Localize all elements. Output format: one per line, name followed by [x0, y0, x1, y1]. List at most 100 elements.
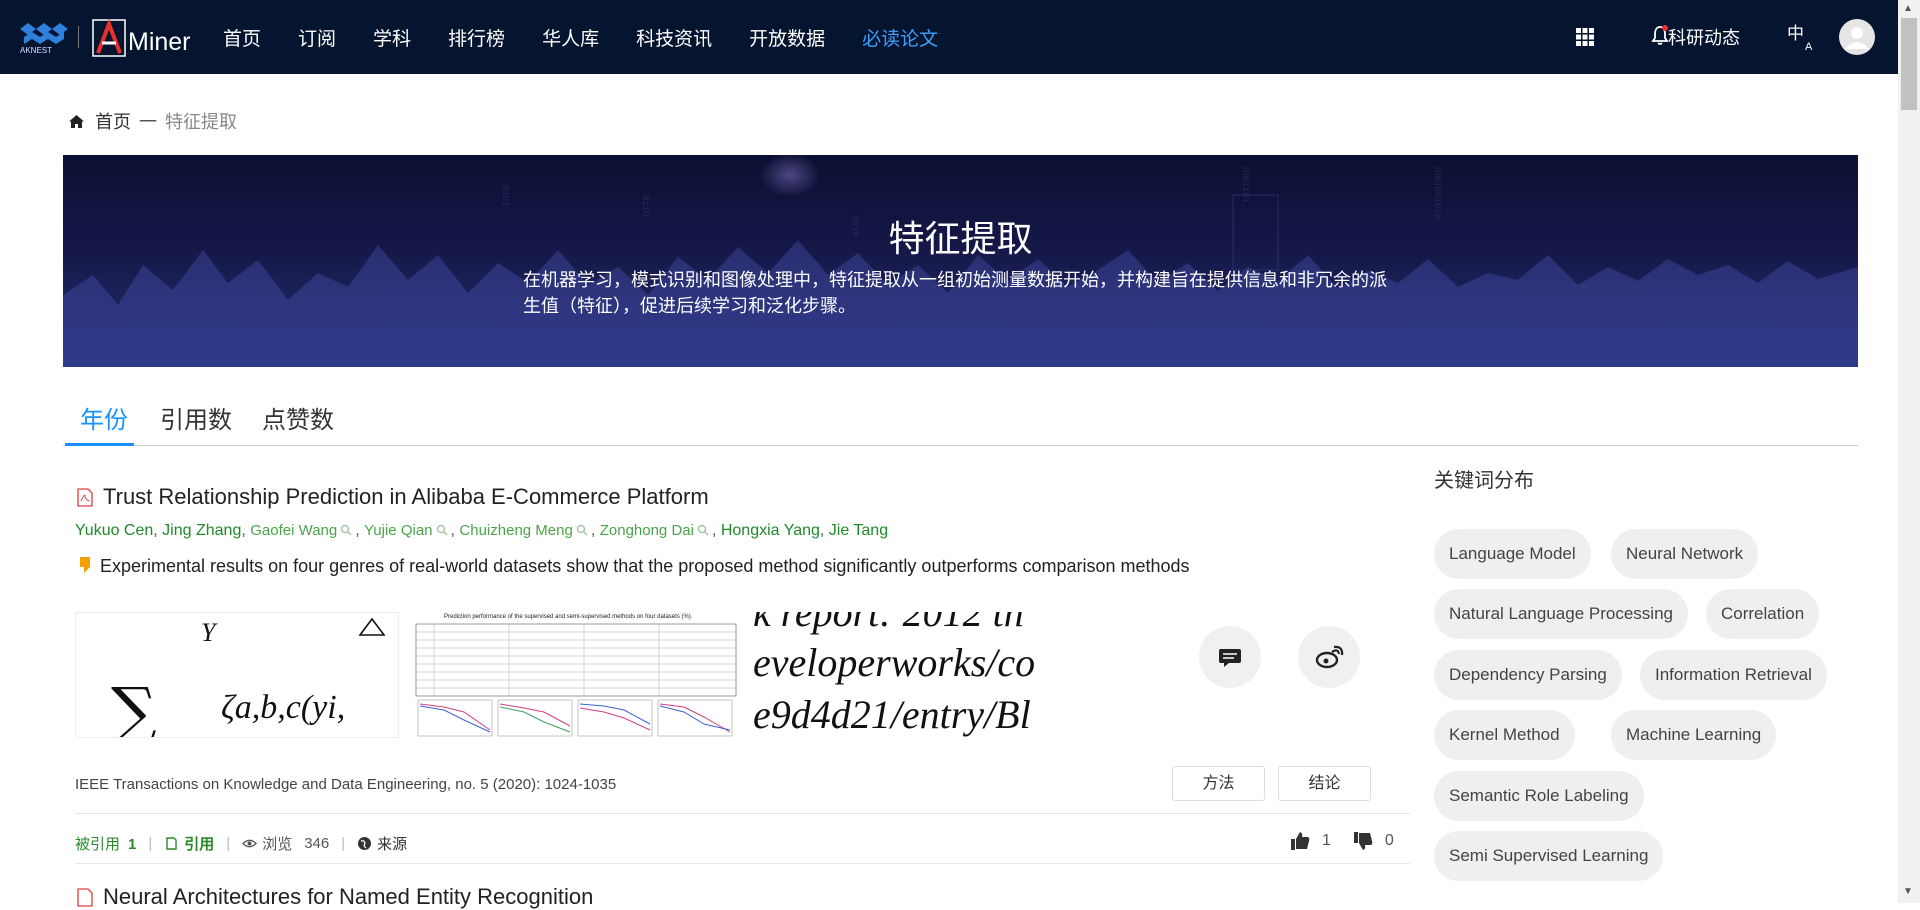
cited-by-count: 1: [128, 836, 137, 853]
paper-figure-thumbnail-1[interactable]: Y ∑ ζa,b,c(yi,: [75, 612, 399, 738]
paper-summary: Experimental results on four genres of r…: [100, 556, 1190, 576]
weibo-share-button[interactable]: [1298, 626, 1360, 688]
banner-description: 在机器学习，模式识别和图像处理中，特征提取从一组初始测量数据开始，并构建旨在提供…: [523, 270, 1387, 316]
method-button[interactable]: 方法: [1172, 766, 1265, 801]
quote-icon: [80, 557, 90, 573]
bell-icon[interactable]: [1651, 24, 1669, 46]
topic-banner: 0101 0110 1010 1001101 1001001010 特征提取 在…: [63, 155, 1858, 367]
comment-icon: [1219, 649, 1241, 667]
formula-figure-icon: Y ∑ ζa,b,c(yi,: [111, 617, 386, 738]
nav-tech-news[interactable]: 科技资讯: [636, 24, 712, 51]
author-link[interactable]: Gaofei Wang: [250, 522, 337, 539]
author-search-icon[interactable]: [697, 524, 709, 536]
author-separator: ,: [590, 522, 600, 539]
scrollbar-thumb[interactable]: [1901, 18, 1917, 110]
paper-authors: Yukuo Cen, Jing Zhang, Gaofei Wang, Yuji…: [75, 522, 888, 540]
author-link[interactable]: Chuizheng Meng: [459, 522, 572, 539]
active-tab-indicator: [65, 443, 134, 446]
nav-rankings[interactable]: 排行榜: [448, 24, 505, 51]
tab-year[interactable]: 年份: [80, 400, 128, 435]
keyword-tag[interactable]: Machine Learning: [1611, 710, 1777, 760]
author-link[interactable]: Jing Zhang: [162, 522, 241, 539]
nav-open-data[interactable]: 开放数据: [749, 24, 825, 51]
aminer-logo-text: Miner: [128, 28, 191, 56]
breadcrumb-home-link[interactable]: 首页: [95, 108, 131, 134]
pdf-icon[interactable]: [77, 488, 93, 507]
author-link[interactable]: Yukuo Cen: [75, 522, 153, 539]
stats-separator: |: [148, 835, 153, 852]
aminer-logo-icon: [92, 19, 126, 57]
keyword-panel-title: 关键词分布: [1434, 470, 1534, 492]
conclusion-button[interactable]: 结论: [1278, 766, 1371, 801]
author-search-icon[interactable]: [436, 524, 448, 536]
keyword-tag[interactable]: Neural Network: [1611, 529, 1759, 579]
svg-text:AKNEST: AKNEST: [20, 46, 52, 55]
scroll-down-arrow-icon[interactable]: ▼: [1903, 886, 1913, 897]
page-scrollbar[interactable]: [1898, 0, 1920, 903]
svg-text:中: 中: [1787, 24, 1804, 44]
source-link[interactable]: 来源: [377, 833, 407, 854]
thumbs-down-icon[interactable]: [1353, 831, 1373, 851]
keyword-tag[interactable]: Correlation: [1706, 589, 1820, 639]
scroll-up-arrow-icon[interactable]: ▲: [1903, 3, 1913, 14]
paper-venue: IEEE Transactions on Knowledge and Data …: [75, 776, 617, 793]
dislikes-count: 0: [1384, 832, 1394, 849]
globe-icon: [358, 837, 372, 850]
nav-subscribe[interactable]: 订阅: [298, 24, 336, 51]
svg-text:ζa,b,c(yi,: ζa,b,c(yi,: [221, 689, 345, 726]
research-news-link[interactable]: 科研动态: [1668, 24, 1740, 50]
nav-chinese-scholars[interactable]: 华人库: [542, 24, 599, 51]
author-link[interactable]: Zonghong Dai: [600, 522, 694, 539]
sort-tabs: 年份 引用数 点赞数: [63, 400, 1858, 446]
author-link[interactable]: Jie Tang: [829, 522, 888, 539]
tab-citations[interactable]: 引用数: [160, 400, 232, 435]
author-search-icon[interactable]: [340, 524, 352, 536]
keyword-tag[interactable]: Semantic Role Labeling: [1434, 771, 1644, 821]
keyword-tag[interactable]: Kernel Method: [1434, 710, 1575, 760]
keyword-tag[interactable]: Semi Supervised Learning: [1434, 831, 1664, 881]
svg-text:0101: 0101: [500, 185, 510, 207]
nav-must-read-papers[interactable]: 必读论文: [862, 24, 938, 51]
results-table-figure-icon: Prediction performance of the supervised…: [415, 614, 737, 737]
keyword-tag[interactable]: Natural Language Processing: [1434, 589, 1688, 639]
cited-by-link[interactable]: 被引用 1: [75, 833, 136, 854]
author-separator: ,: [241, 522, 251, 539]
nav-home[interactable]: 首页: [223, 24, 261, 51]
keyword-tag[interactable]: Language Model: [1434, 529, 1591, 579]
cite-button[interactable]: 引用: [184, 833, 214, 854]
author-link[interactable]: Hongxia Yang: [721, 522, 820, 539]
text-excerpt-figure-icon: k report: 2012 th eveloperworks/co e9d4d…: [753, 612, 1035, 737]
stats-separator: |: [226, 835, 231, 852]
apps-grid-icon[interactable]: [1575, 27, 1595, 47]
author-link[interactable]: Yujie Qian: [364, 522, 432, 539]
keyword-tag[interactable]: Information Retrieval: [1640, 650, 1827, 700]
views-label: 浏览: [262, 836, 293, 853]
next-paper-title-link[interactable]: Neural Architectures for Named Entity Re…: [103, 884, 593, 910]
pdf-icon[interactable]: [77, 888, 93, 907]
paper-votes: 1 0: [1290, 831, 1416, 851]
cited-by-label: 被引用: [75, 836, 121, 853]
home-icon: [69, 114, 84, 128]
thumbs-up-icon[interactable]: [1290, 831, 1310, 851]
language-switch-icon[interactable]: 中 A: [1787, 22, 1817, 52]
sns-logo-icon[interactable]: AKNEST: [18, 19, 70, 55]
paper-stats: 被引用 1 | 引用 | 浏览 346 | 来源: [75, 833, 407, 854]
tab-likes[interactable]: 点赞数: [262, 400, 334, 435]
author-separator: ,: [153, 522, 163, 539]
breadcrumb-current: 特征提取: [165, 112, 237, 132]
user-avatar[interactable]: [1839, 19, 1875, 55]
svg-text:∑: ∑: [111, 675, 157, 738]
paper-title-link[interactable]: Trust Relationship Prediction in Alibaba…: [103, 484, 709, 510]
paper-figure-thumbnail-2[interactable]: Prediction performance of the supervised…: [414, 612, 738, 738]
author-separator: ,: [355, 522, 365, 539]
logo-divider: [78, 26, 79, 48]
svg-text:k report: 2012 th: k report: 2012 th: [753, 612, 1024, 635]
comment-button[interactable]: [1199, 626, 1261, 688]
stats-separator: |: [341, 835, 346, 852]
paper-figure-thumbnail-3[interactable]: k report: 2012 th eveloperworks/co e9d4d…: [753, 612, 1077, 738]
nav-discipline[interactable]: 学科: [373, 24, 411, 51]
aminer-logo[interactable]: Miner: [92, 17, 191, 57]
svg-text:Prediction performance of the: Prediction performance of the supervised…: [444, 614, 693, 620]
author-search-icon[interactable]: [576, 524, 588, 536]
keyword-tag[interactable]: Dependency Parsing: [1434, 650, 1622, 700]
